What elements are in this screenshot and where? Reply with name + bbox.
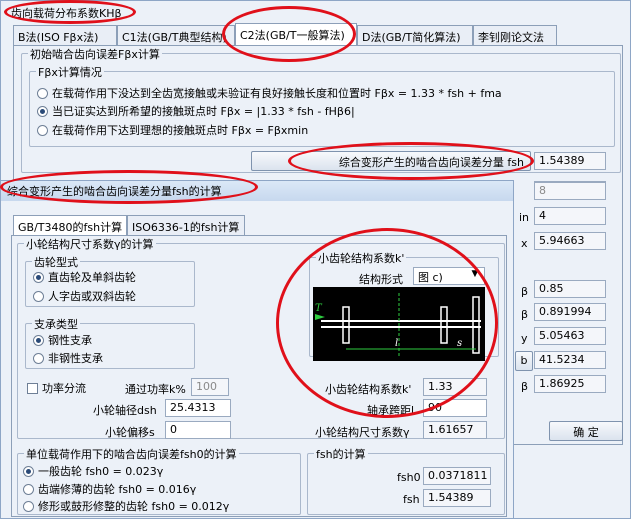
fsh-label: fsh — [403, 493, 420, 506]
fsh-window-title-text: 综合变形产生的啮合齿向误差分量fsh的计算 — [7, 185, 222, 198]
radio-off-icon — [23, 484, 34, 495]
gear-type-spur-label: 直齿轮及单斜齿轮 — [48, 271, 136, 284]
radio-off-icon — [33, 353, 44, 364]
method-tabs: B法(ISO Fβx法) C1法(GB/T典型结构) C2法(GB/T一般算法)… — [13, 23, 557, 47]
side-label-y: y — [521, 332, 528, 345]
gear-structure-diagram: T l s — [313, 287, 485, 361]
gear-type-herringbone-label: 人字齿或双斜齿轮 — [48, 290, 136, 303]
power-split-checkbox[interactable]: 功率分流 — [27, 380, 86, 396]
fbx-option-2[interactable]: 当已证实达到所希望的接触斑点时 Fβx = |1.33 * fsh - fHβ6… — [37, 103, 355, 119]
fsh0-option-general[interactable]: 一般齿轮 fsh0 = 0.023γ — [23, 463, 163, 479]
support-nonrigid[interactable]: 非钢性支承 — [33, 350, 103, 366]
span-field[interactable]: 90 — [423, 399, 487, 417]
side-field-5: 5.94663 — [534, 232, 606, 250]
fsh0-option-tip-relief-label: 齿端修薄的齿轮 fsh0 = 0.016γ — [38, 483, 197, 496]
radio-on-icon — [33, 335, 44, 346]
support-title: 支承类型 — [32, 316, 80, 332]
span-label-text: 轴承跨距l — [367, 404, 415, 417]
gear-type-herringbone[interactable]: 人字齿或双斜齿轮 — [33, 288, 136, 304]
side-field-7: 0.891994 — [534, 303, 606, 321]
gamma-label: 小轮结构尺寸系数γ — [315, 426, 410, 439]
side-label-x: x — [521, 237, 528, 250]
fbx-case-title: Fβx计算情况 — [36, 64, 104, 80]
fbx-option-1[interactable]: 在载荷作用下没达到全齿宽接触或未验证有良好接触长度和位置时 Fβx = 1.33… — [37, 85, 502, 101]
fbx-option-1-label: 在载荷作用下没达到全齿宽接触或未验证有良好接触长度和位置时 Fβx = 1.33… — [52, 87, 502, 100]
struct-form-label: 结构形式 — [359, 273, 403, 286]
side-label-b1: β — [521, 285, 529, 298]
gear-type-spur[interactable]: 直齿轮及单斜齿轮 — [33, 269, 136, 285]
fbx-group-title: 初始啮合齿向误差Fβx计算 — [28, 46, 162, 62]
tab-li-paper[interactable]: 李钊刚论文法 — [473, 25, 557, 45]
fsh0-option-crowned[interactable]: 修形或鼓形修整的齿轮 fsh0 = 0.012γ — [23, 498, 229, 514]
radio-off-icon — [33, 291, 44, 302]
fbx-option-3[interactable]: 在载荷作用下达到理想的接触斑点时 Fβx = Fβxmin — [37, 122, 308, 138]
side-field-9: 41.5234 — [534, 351, 606, 369]
fsh-window: 综合变形产生的啮合齿向误差分量fsh的计算 GB/T3480的fsh计算 ISO… — [0, 180, 514, 519]
dsh-label: 小轮轴径dsh — [93, 404, 157, 417]
radio-off-icon — [23, 501, 34, 512]
kprime-group-title: 小齿轮结构系数k' — [316, 250, 407, 266]
side-field-2: 8 — [534, 182, 606, 200]
fsh-field: 1.54389 — [423, 489, 491, 507]
fsh-calc-button[interactable]: 综合变形产生的啮合齿向误差分量 fsh — [251, 151, 531, 171]
gamma-group-title: 小轮结构尺寸系数γ的计算 — [24, 236, 156, 252]
power-pct-label: 通过功率k% — [125, 383, 186, 396]
support-nonrigid-label: 非钢性支承 — [48, 352, 103, 365]
tab-iso6336[interactable]: ISO6336-1的fsh计算 — [127, 215, 245, 235]
tab-gb3480[interactable]: GB/T3480的fsh计算 — [13, 215, 127, 237]
ok-button[interactable]: 确 定 — [549, 421, 623, 441]
gamma-field: 1.61657 — [423, 421, 487, 439]
kprime-label: 小齿轮结构系数k' — [325, 383, 412, 396]
power-split-label: 功率分流 — [42, 382, 86, 395]
side-b-button[interactable]: b — [515, 351, 533, 371]
tab-method-b[interactable]: B法(ISO Fβx法) — [13, 25, 117, 45]
struct-form-select[interactable]: 图 c) ▼ — [413, 267, 485, 285]
fbx-option-2-label: 当已证实达到所希望的接触斑点时 Fβx = |1.33 * fsh - fHβ6… — [52, 105, 355, 118]
offset-label-diagram: s — [457, 338, 462, 349]
side-field-6: 0.85 — [534, 280, 606, 298]
support-rigid-label: 钢性支承 — [48, 334, 92, 347]
fsh0-option-crowned-label: 修形或鼓形修整的齿轮 fsh0 = 0.012γ — [38, 500, 230, 513]
khb-window-title: 齿向载荷分布系数KHβ — [11, 7, 122, 20]
fsh-group-title: fsh的计算 — [314, 446, 368, 462]
side-field-8: 5.05463 — [534, 327, 606, 345]
fsh0-option-tip-relief[interactable]: 齿端修薄的齿轮 fsh0 = 0.016γ — [23, 481, 196, 497]
checkbox-icon — [27, 383, 38, 394]
kprime-field: 1.33 — [423, 378, 487, 396]
side-label-in: in — [519, 211, 530, 224]
fsh0-group-title: 单位载荷作用下的啮合齿向误差fsh0的计算 — [24, 446, 239, 462]
span-label: l — [395, 338, 398, 349]
fsh-window-title: 综合变形产生的啮合齿向误差分量fsh的计算 — [1, 181, 513, 201]
side-field-4: 4 — [534, 207, 606, 225]
side-label-b2: β — [521, 308, 529, 321]
fsh-result-field: 1.54389 — [534, 152, 606, 170]
fsh0-field: 0.0371811 — [423, 467, 491, 485]
chevron-down-icon: ▼ — [471, 269, 479, 279]
tab-method-c2[interactable]: C2法(GB/T一般算法) — [235, 23, 357, 45]
radio-off-icon — [37, 125, 48, 136]
struct-form-value: 图 c) — [418, 271, 443, 284]
fbx-option-3-label: 在载荷作用下达到理想的接触斑点时 Fβx = Fβxmin — [52, 124, 309, 137]
power-pct-field[interactable]: 100 — [191, 378, 229, 396]
side-label-b3: β — [521, 380, 529, 393]
tab-method-d[interactable]: D法(GB/T简化算法) — [357, 25, 473, 45]
offset-field[interactable]: 0 — [165, 421, 231, 439]
radio-on-icon — [33, 272, 44, 283]
dsh-field[interactable]: 25.4313 — [165, 399, 231, 417]
offset-label: 小轮偏移s — [105, 426, 155, 439]
support-rigid[interactable]: 钢性支承 — [33, 332, 92, 348]
tab-method-c1[interactable]: C1法(GB/T典型结构) — [117, 25, 235, 45]
radio-off-icon — [37, 88, 48, 99]
fsh0-label: fsh0 — [397, 471, 421, 484]
fsh0-option-general-label: 一般齿轮 fsh0 = 0.023γ — [38, 465, 164, 478]
radio-on-icon — [37, 106, 48, 117]
side-field-10: 1.86925 — [534, 375, 606, 393]
gear-type-title: 齿轮型式 — [32, 254, 80, 270]
radio-on-icon — [23, 466, 34, 477]
